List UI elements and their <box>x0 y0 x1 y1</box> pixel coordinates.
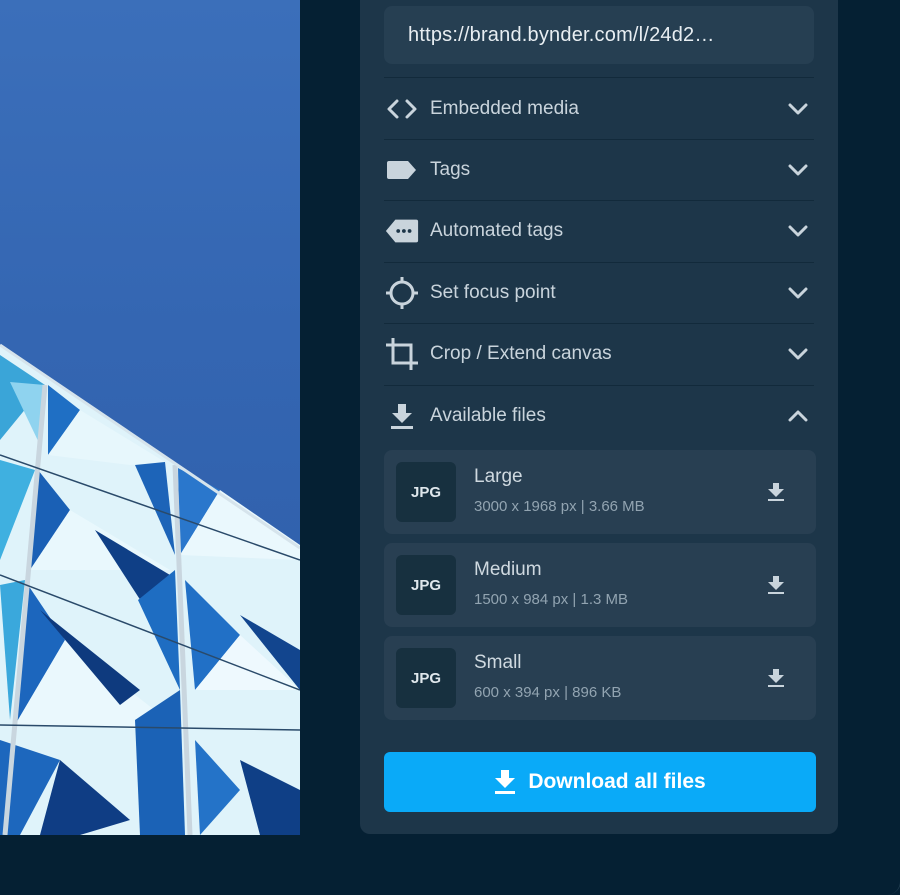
download-file-button[interactable] <box>764 480 788 504</box>
share-link-field[interactable]: https://brand.bynder.com/l/24d2… <box>384 6 814 64</box>
crop-icon <box>384 336 420 372</box>
share-link-value: https://brand.bynder.com/l/24d2… <box>408 23 715 46</box>
download-icon <box>768 483 784 501</box>
download-icon <box>494 769 516 795</box>
chevron-down-icon[interactable] <box>786 219 810 243</box>
download-file-button[interactable] <box>764 573 788 597</box>
section-available-files[interactable]: Available files <box>384 386 814 446</box>
file-size-name: Large <box>474 466 523 487</box>
section-automated-tags[interactable]: Automated tags <box>384 201 814 261</box>
file-item-large[interactable]: JPG Large 3000 x 1968 px | 3.66 MB <box>384 450 816 534</box>
file-meta: 3000 x 1968 px | 3.66 MB <box>474 498 645 515</box>
app-window: https://brand.bynder.com/l/24d2… Embedde… <box>0 0 900 895</box>
automated-tag-icon <box>384 213 420 249</box>
file-item-small[interactable]: JPG Small 600 x 394 px | 896 KB <box>384 636 816 720</box>
download-all-label: Download all files <box>528 770 706 793</box>
section-label: Set focus point <box>430 282 556 303</box>
file-format-badge: JPG <box>396 648 456 708</box>
file-size-name: Small <box>474 652 522 673</box>
chevron-down-icon[interactable] <box>786 97 810 121</box>
chevron-down-icon[interactable] <box>786 158 810 182</box>
section-set-focus-point[interactable]: Set focus point <box>384 263 814 323</box>
asset-details-panel: https://brand.bynder.com/l/24d2… Embedde… <box>360 0 838 834</box>
code-icon <box>384 91 420 127</box>
section-label: Crop / Extend canvas <box>430 343 612 364</box>
download-all-button[interactable]: Download all files <box>384 752 816 812</box>
file-item-medium[interactable]: JPG Medium 1500 x 984 px | 1.3 MB <box>384 543 816 627</box>
file-format-badge: JPG <box>396 462 456 522</box>
section-label: Embedded media <box>430 98 579 119</box>
section-label: Available files <box>430 405 546 426</box>
divider <box>384 77 814 78</box>
section-tags[interactable]: Tags <box>384 140 814 200</box>
chevron-down-icon[interactable] <box>786 281 810 305</box>
file-format-badge: JPG <box>396 555 456 615</box>
asset-preview-image <box>0 0 300 835</box>
building-facade-illustration <box>0 343 300 835</box>
crosshair-icon <box>384 275 420 311</box>
section-label: Automated tags <box>430 220 564 241</box>
file-meta: 1500 x 984 px | 1.3 MB <box>474 591 628 608</box>
chevron-down-icon[interactable] <box>786 342 810 366</box>
download-file-button[interactable] <box>764 666 788 690</box>
section-crop-extend-canvas[interactable]: Crop / Extend canvas <box>384 324 814 384</box>
download-icon <box>384 398 420 434</box>
download-icon <box>768 669 784 687</box>
chevron-up-icon[interactable] <box>786 404 810 428</box>
section-label: Tags <box>430 159 471 180</box>
download-icon <box>768 576 784 594</box>
file-meta: 600 x 394 px | 896 KB <box>474 684 622 701</box>
tag-icon <box>384 152 420 188</box>
section-embedded-media[interactable]: Embedded media <box>384 79 814 139</box>
file-size-name: Medium <box>474 559 542 580</box>
